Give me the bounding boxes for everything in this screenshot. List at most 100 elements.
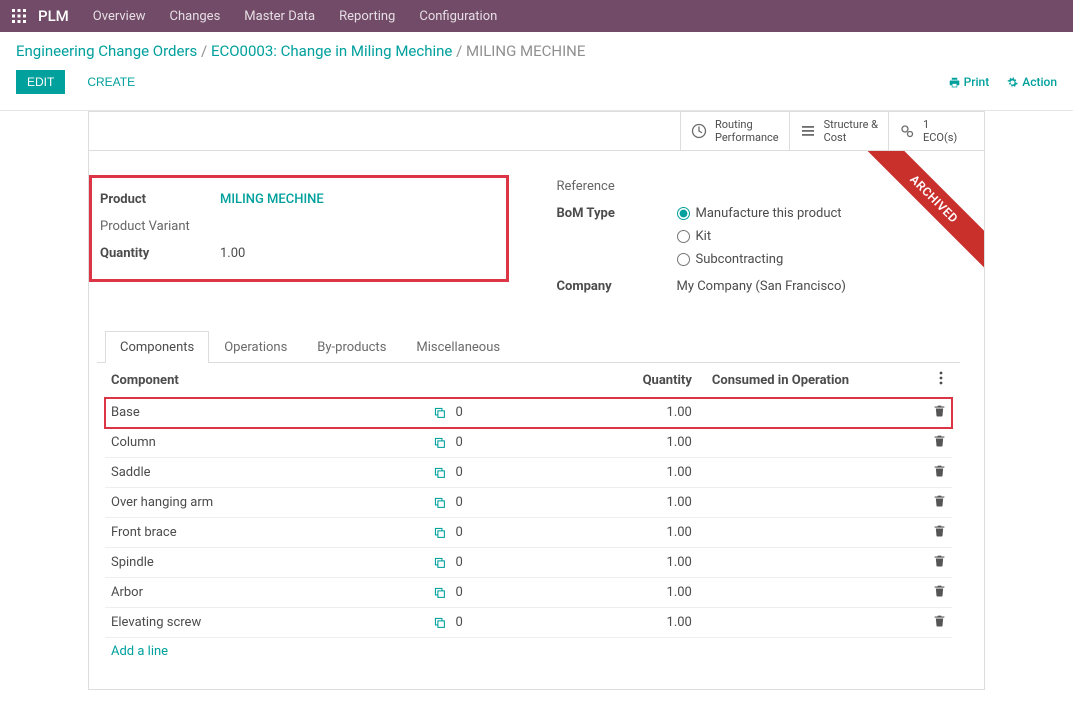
cell-consumed [698,488,918,518]
table-row[interactable]: Saddle 01.00 [105,458,952,488]
create-button[interactable]: CREATE [77,71,145,93]
gears-icon [899,123,915,139]
table-row[interactable]: Front brace 01.00 [105,518,952,548]
table-row[interactable]: Over hanging arm 01.00 [105,488,952,518]
trash-icon[interactable] [933,494,946,507]
breadcrumb: Engineering Change Orders / ECO0003: Cha… [16,42,1057,60]
trash-icon[interactable] [933,434,946,447]
print-button[interactable]: Print [949,75,990,89]
nav-configuration[interactable]: Configuration [419,9,497,24]
tabs: Components Operations By-products Miscel… [97,330,960,665]
cell-qty: 1.00 [613,578,698,608]
trash-icon[interactable] [933,584,946,597]
trash-icon[interactable] [933,524,946,537]
cell-delete [918,428,952,458]
cell-icon-marker: 0 [427,488,613,518]
external-icon[interactable] [433,586,446,599]
nav-overview[interactable]: Overview [93,9,146,24]
tab-byproducts[interactable]: By-products [302,331,401,363]
cell-icon-marker: 0 [427,398,613,428]
tab-misc[interactable]: Miscellaneous [401,331,515,363]
tab-content-components: Component Quantity Consumed in Operation… [97,363,960,665]
table-row[interactable]: Spindle 01.00 [105,548,952,578]
table-row[interactable]: Column 01.00 [105,428,952,458]
breadcrumb-eco[interactable]: ECO0003: Change in Miling Mechine [211,42,452,60]
apps-icon[interactable] [12,9,26,23]
stat-buttons: Routing Performance Structure & Cost 1 E… [88,111,985,150]
cell-qty: 1.00 [613,398,698,428]
cell-component: Saddle [105,458,427,488]
radio-kit[interactable]: Kit [677,229,961,244]
add-line-row: Add a line [105,638,952,666]
cell-component: Arbor [105,578,427,608]
tab-components[interactable]: Components [105,331,209,363]
table-row[interactable]: Arbor 01.00 [105,578,952,608]
nav-changes[interactable]: Changes [170,9,221,24]
th-options[interactable] [918,363,952,398]
cell-delete [918,578,952,608]
cell-qty: 1.00 [613,608,698,638]
external-icon[interactable] [433,496,446,509]
th-component: Component [105,363,427,398]
stat-structure[interactable]: Structure & Cost [789,112,888,150]
cell-icon-marker: 0 [427,458,613,488]
external-icon[interactable] [433,526,446,539]
sheet-wrap: Routing Performance Structure & Cost 1 E… [0,111,1073,720]
add-line-button[interactable]: Add a line [111,644,168,659]
control-panel: Engineering Change Orders / ECO0003: Cha… [0,32,1073,111]
cell-icon-marker: 0 [427,428,613,458]
cell-consumed [698,398,918,428]
list-icon [800,123,816,139]
cell-component: Over hanging arm [105,488,427,518]
cell-component: Elevating screw [105,608,427,638]
kebab-icon [936,371,946,385]
table-row[interactable]: Elevating screw 01.00 [105,608,952,638]
field-bom-type: BoM Type Manufacture this product Kit Su… [549,202,961,275]
cell-consumed [698,548,918,578]
action-button[interactable]: Action [1007,75,1057,89]
stat-ecos[interactable]: 1 ECO(s) [888,112,984,150]
cell-delete [918,488,952,518]
cell-component: Spindle [105,548,427,578]
trash-icon[interactable] [933,404,946,417]
cell-delete [918,608,952,638]
trash-icon[interactable] [933,554,946,567]
external-icon[interactable] [433,406,446,419]
nav-reporting[interactable]: Reporting [339,9,395,24]
cell-consumed [698,578,918,608]
stat-routing[interactable]: Routing Performance [680,112,789,150]
cell-delete [918,398,952,428]
external-icon[interactable] [433,616,446,629]
trash-icon[interactable] [933,614,946,627]
nav-master-data[interactable]: Master Data [244,9,315,24]
external-icon[interactable] [433,436,446,449]
cell-qty: 1.00 [613,548,698,578]
product-link[interactable]: MILING MECHINE [220,192,496,207]
external-icon[interactable] [433,556,446,569]
tab-operations[interactable]: Operations [209,331,302,363]
radio-subcontracting[interactable]: Subcontracting [677,252,961,267]
breadcrumb-root[interactable]: Engineering Change Orders [16,42,197,60]
cell-consumed [698,428,918,458]
cell-consumed [698,518,918,548]
cell-icon-marker: 0 [427,578,613,608]
trash-icon[interactable] [933,464,946,477]
print-icon [949,77,960,88]
edit-button[interactable]: EDIT [16,70,65,94]
gear-icon [1007,77,1018,88]
cell-qty: 1.00 [613,518,698,548]
cell-qty: 1.00 [613,458,698,488]
right-actions: Print Action [949,75,1057,89]
app-name[interactable]: PLM [38,7,69,25]
external-icon[interactable] [433,466,446,479]
cell-component: Column [105,428,427,458]
cell-component: Front brace [105,518,427,548]
th-quantity: Quantity [613,363,698,398]
topbar: PLM Overview Changes Master Data Reporti… [0,0,1073,32]
form-columns: Product MILING MECHINE Product Variant Q… [97,175,960,302]
field-company: Company My Company (San Francisco) [549,275,961,302]
left-actions: EDIT CREATE [16,70,145,94]
radio-manufacture[interactable]: Manufacture this product [677,206,961,221]
table-row[interactable]: Base 01.00 [105,398,952,428]
right-column: Reference BoM Type Manufacture this prod… [549,175,961,302]
